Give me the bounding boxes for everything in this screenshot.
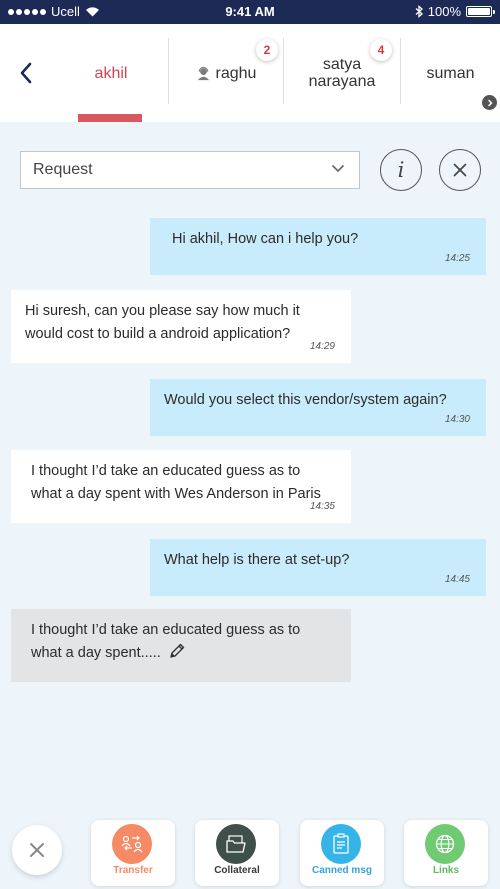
folder-glyph <box>226 835 246 853</box>
message-text: What help is there at set-up? <box>164 552 350 568</box>
chevron-right-icon <box>487 99 493 106</box>
message-time: 14:30 <box>444 414 470 425</box>
draft-line: I thought I’d take an educated guess as … <box>31 622 301 638</box>
tab-label: akhil <box>94 64 128 82</box>
action-label: Transfer <box>113 865 153 876</box>
message-time: 14:29 <box>309 341 335 352</box>
message-bubble-outgoing: Would you select this vendor/system agai… <box>150 379 486 436</box>
message-time: 14:45 <box>444 574 470 585</box>
close-icon <box>30 843 44 857</box>
info-button[interactable]: i <box>380 149 422 191</box>
message-line: would cost to build a android applicatio… <box>25 326 291 342</box>
request-type-select[interactable]: Request <box>20 151 360 189</box>
draft-line-wrap: what a day spent..... <box>31 642 337 665</box>
active-tab-indicator <box>78 114 142 122</box>
tab-label: suman <box>426 64 475 82</box>
action-label: Canned msg <box>311 865 372 876</box>
canned-msg-button[interactable]: Canned msg <box>300 820 384 886</box>
action-label: Links <box>432 865 460 876</box>
pencil-icon[interactable] <box>168 642 186 660</box>
info-icon: i <box>397 158 405 182</box>
message-bubble-incoming: I thought I’d take an educated guess as … <box>11 450 351 523</box>
globe-icon <box>425 824 465 864</box>
scroll-tabs-right-button[interactable] <box>482 95 497 110</box>
close-actions-button[interactable] <box>12 825 62 875</box>
message-line: I thought I’d take an educated guess as … <box>31 463 301 479</box>
links-button[interactable]: Links <box>404 820 488 886</box>
battery-percent: 100% <box>427 4 461 19</box>
message-line: what a day spent with Wes Anderson in Pa… <box>31 486 321 502</box>
close-request-button[interactable] <box>439 149 481 191</box>
tab-label: satya narayana <box>308 56 376 90</box>
draft-message-bubble[interactable]: I thought I’d take an educated guess as … <box>11 609 351 682</box>
canned-message-icon <box>321 824 361 864</box>
chevron-down-icon <box>331 164 345 173</box>
canned-message-glyph <box>333 833 349 854</box>
collateral-button[interactable]: Collateral <box>195 820 279 886</box>
tab-akhil[interactable]: akhil <box>54 24 168 122</box>
action-label: Collateral <box>214 865 260 876</box>
folder-icon <box>216 824 256 864</box>
globe-glyph <box>435 834 455 854</box>
bluetooth-icon <box>415 5 423 18</box>
transfer-button[interactable]: Transfer <box>91 820 175 886</box>
status-bar: Ucell 9:41 AM 100% <box>0 0 500 24</box>
message-bubble-outgoing: Hi akhil, How can i help you? 14:25 <box>150 218 486 275</box>
conversation-tabs: akhil raghu 2 satya narayana 4 suman <box>0 24 500 122</box>
message-time: 14:35 <box>309 501 335 512</box>
status-right: 100% <box>415 4 495 19</box>
message-time: 14:25 <box>444 253 470 264</box>
agent-icon <box>197 66 209 80</box>
battery-icon <box>466 6 495 17</box>
chevron-left-icon <box>20 62 32 84</box>
message-text: Hi akhil, How can i help you? <box>172 231 359 247</box>
draft-line: what a day spent..... <box>31 645 161 661</box>
request-type-value: Request <box>33 161 93 178</box>
message-text: Would you select this vendor/system agai… <box>164 392 447 408</box>
tab-label: raghu <box>215 64 257 82</box>
message-line: Hi suresh, can you please say how much i… <box>25 303 300 319</box>
transfer-icon <box>112 824 152 864</box>
transfer-glyph <box>121 835 143 853</box>
message-bubble-outgoing: What help is there at set-up? 14:45 <box>150 539 486 596</box>
message-bubble-incoming: Hi suresh, can you please say how much i… <box>11 290 351 363</box>
unread-badge-raghu: 2 <box>256 39 278 61</box>
unread-badge-satya-narayana: 4 <box>370 39 392 61</box>
close-icon <box>453 163 467 177</box>
back-button[interactable] <box>0 24 52 122</box>
